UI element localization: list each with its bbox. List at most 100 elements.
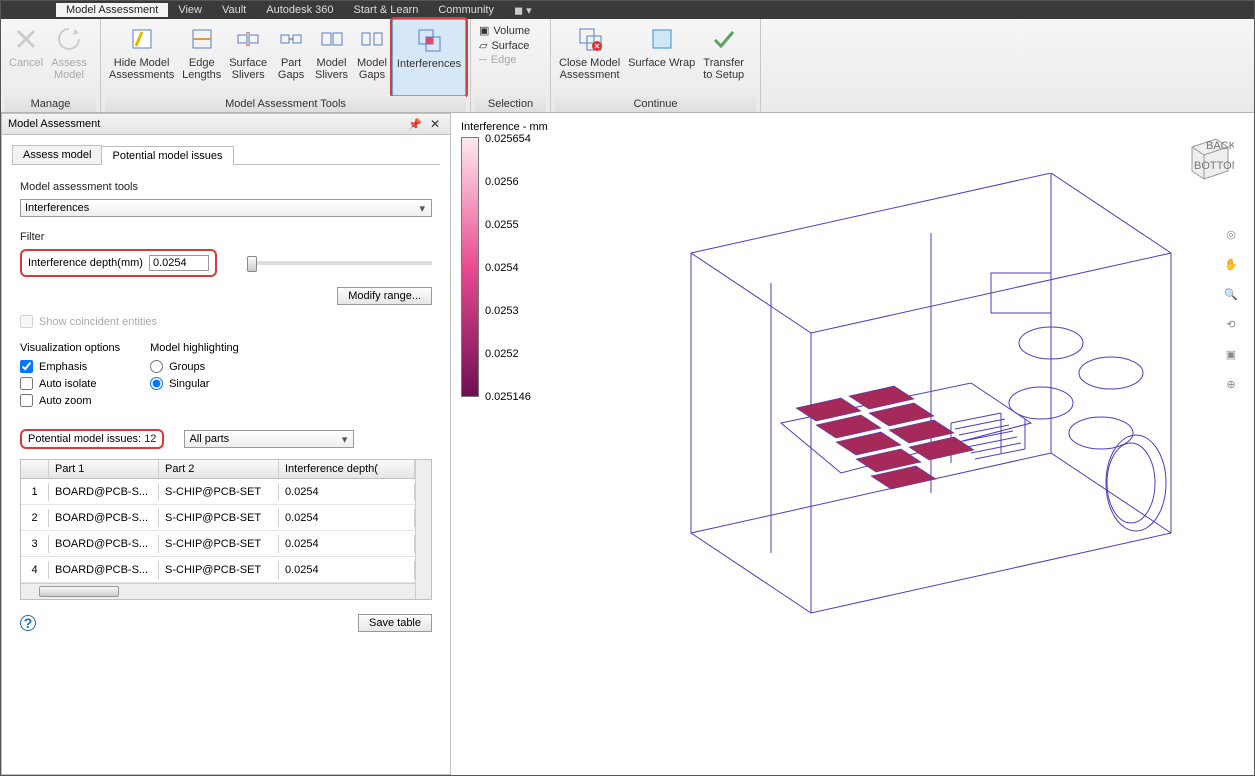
tools-group-label: Model Assessment Tools: [105, 96, 466, 112]
viewcube[interactable]: BACK BOTTOM: [1182, 129, 1234, 181]
interferences-button[interactable]: Interferences: [392, 19, 466, 96]
legend-tick: 0.0255: [485, 219, 531, 231]
interferences-icon: [413, 24, 445, 56]
svg-text:BACK: BACK: [1206, 140, 1234, 152]
pan-icon[interactable]: ✋: [1220, 253, 1242, 275]
tab-potential-issues[interactable]: Potential model issues: [101, 146, 233, 165]
steering-wheel-icon[interactable]: ◎: [1220, 223, 1242, 245]
menu-model-assessment[interactable]: Model Assessment: [56, 3, 168, 17]
surface-label: Surface: [491, 40, 529, 52]
edge-lengths-button[interactable]: Edge Lengths: [178, 19, 225, 96]
col-part2[interactable]: Part 2: [159, 460, 279, 478]
cancel-label: Cancel: [9, 57, 43, 69]
lookat-icon[interactable]: ▣: [1220, 343, 1242, 365]
depth-slider[interactable]: [247, 261, 432, 265]
surface-wrap-button[interactable]: Surface Wrap: [624, 19, 699, 96]
model-gaps-icon: [356, 23, 388, 55]
hide-icon: [126, 23, 158, 55]
pin-icon[interactable]: 📌: [404, 118, 426, 131]
model-gaps-button[interactable]: Model Gaps: [352, 19, 392, 96]
legend-tick: 0.0256: [485, 176, 531, 188]
cancel-button: Cancel: [5, 19, 47, 96]
assess-model-button: Assess Model: [47, 19, 90, 96]
legend-color-bar: [461, 137, 479, 397]
show-coincident-label: Show coincident entities: [39, 316, 157, 328]
edge-select: ─Edge: [475, 53, 546, 67]
table-row[interactable]: 1BOARD@PCB-S...S-CHIP@PCB-SET0.0254: [21, 479, 415, 505]
modify-range-button[interactable]: Modify range...: [337, 287, 432, 305]
surface-wrap-icon: [646, 23, 678, 55]
model-gaps-label: Model Gaps: [357, 57, 387, 81]
svg-text:BOTTOM: BOTTOM: [1194, 160, 1234, 172]
part-gaps-button[interactable]: Part Gaps: [271, 19, 311, 96]
more-nav-icon[interactable]: ⊕: [1220, 373, 1242, 395]
checkmark-icon: [708, 23, 740, 55]
issues-label: Potential model issues:: [28, 433, 141, 445]
issues-count: 12: [144, 433, 156, 445]
panel-title: Model Assessment: [8, 118, 100, 130]
continue-group-label: Continue: [555, 96, 756, 112]
transfer-label: Transfer to Setup: [703, 57, 744, 81]
col-index[interactable]: [21, 460, 49, 478]
menu-start-learn[interactable]: Start & Learn: [344, 3, 429, 17]
singular-radio[interactable]: [150, 377, 163, 390]
cancel-icon: [10, 23, 42, 55]
viewport[interactable]: Interference - mm 0.0256540.02560.02550.…: [451, 113, 1254, 775]
h-scrollbar[interactable]: [21, 583, 415, 599]
surface-select[interactable]: ▱Surface: [475, 38, 546, 53]
zoom-icon[interactable]: 🔍: [1220, 283, 1242, 305]
interferences-label: Interferences: [397, 58, 461, 70]
table-row[interactable]: 2BOARD@PCB-S...S-CHIP@PCB-SET0.0254: [21, 505, 415, 531]
depth-filter-highlight: Interference depth(mm): [20, 249, 217, 277]
tool-dropdown[interactable]: Interferences: [20, 199, 432, 217]
emphasis-checkbox[interactable]: [20, 360, 33, 373]
singular-label: Singular: [169, 378, 209, 390]
filter-label: Filter: [20, 231, 432, 243]
menu-view[interactable]: View: [168, 3, 212, 17]
all-parts-dropdown[interactable]: All parts: [184, 430, 354, 448]
table-row[interactable]: 3BOARD@PCB-S...S-CHIP@PCB-SET0.0254: [21, 531, 415, 557]
col-part1[interactable]: Part 1: [49, 460, 159, 478]
selection-group-label: Selection: [475, 96, 546, 112]
viz-options-label: Visualization options: [20, 342, 120, 354]
legend-ticks: 0.0256540.02560.02550.02540.02530.02520.…: [485, 133, 531, 403]
menu-overflow-icon[interactable]: ◼ ▾: [514, 4, 532, 17]
menu-vault[interactable]: Vault: [212, 3, 256, 17]
auto-isolate-checkbox[interactable]: [20, 377, 33, 390]
surface-slivers-label: Surface Slivers: [229, 57, 267, 81]
menu-community[interactable]: Community: [428, 3, 504, 17]
close-model-assessment-button[interactable]: Close Model Assessment: [555, 19, 624, 96]
surface-wrap-label: Surface Wrap: [628, 57, 695, 69]
issues-count-highlight: Potential model issues: 12: [20, 429, 164, 449]
model-slivers-icon: [316, 23, 348, 55]
close-panel-icon[interactable]: ✕: [426, 117, 444, 131]
highlight-label: Model highlighting: [150, 342, 239, 354]
table-row[interactable]: 4BOARD@PCB-S...S-CHIP@PCB-SET0.0254: [21, 557, 415, 583]
tool-dropdown-value: Interferences: [25, 202, 89, 214]
save-table-button[interactable]: Save table: [358, 614, 432, 632]
depth-label: Interference depth(mm): [28, 257, 143, 269]
groups-radio[interactable]: [150, 360, 163, 373]
edge-label: Edge Lengths: [182, 57, 221, 81]
orbit-icon[interactable]: ⟲: [1220, 313, 1242, 335]
volume-select[interactable]: ▣Volume: [475, 23, 546, 38]
model-slivers-label: Model Slivers: [315, 57, 348, 81]
menu-autodesk360[interactable]: Autodesk 360: [256, 3, 343, 17]
surface-slivers-button[interactable]: Surface Slivers: [225, 19, 271, 96]
close-model-label: Close Model Assessment: [559, 57, 620, 81]
model-slivers-button[interactable]: Model Slivers: [311, 19, 352, 96]
ribbon: Cancel Assess Model Manage Hide Model As…: [1, 19, 1254, 113]
help-icon[interactable]: ?: [20, 615, 36, 631]
auto-isolate-label: Auto isolate: [39, 378, 96, 390]
volume-label: Volume: [493, 25, 530, 37]
v-scrollbar[interactable]: [415, 460, 431, 599]
part-gaps-icon: [275, 23, 307, 55]
legend-tick: 0.0253: [485, 305, 531, 317]
tab-assess-model[interactable]: Assess model: [12, 145, 102, 164]
depth-input[interactable]: [149, 255, 209, 271]
col-depth[interactable]: Interference depth(: [279, 460, 415, 478]
transfer-setup-button[interactable]: Transfer to Setup: [699, 19, 748, 96]
auto-zoom-checkbox[interactable]: [20, 394, 33, 407]
hide-assessments-button[interactable]: Hide Model Assessments: [105, 19, 178, 96]
hide-label: Hide Model Assessments: [109, 57, 174, 81]
